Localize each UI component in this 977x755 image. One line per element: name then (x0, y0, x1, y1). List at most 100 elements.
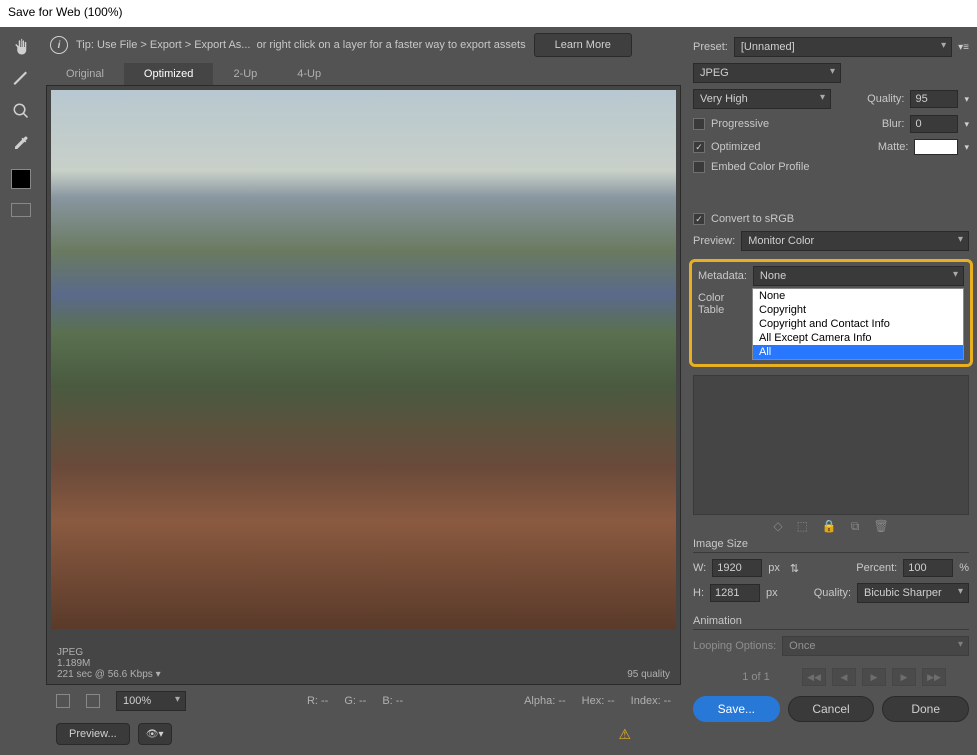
tip-text-2: or right click on a layer for a faster w… (257, 39, 526, 51)
percent-input[interactable] (903, 559, 953, 577)
quality-input[interactable] (910, 90, 958, 108)
link-icon[interactable]: ⇅ (790, 562, 799, 575)
tab-2up[interactable]: 2-Up (213, 63, 277, 85)
percent-label: Percent: (856, 562, 897, 574)
preset-select[interactable]: [Unnamed] (734, 37, 952, 57)
eyedropper-tool[interactable] (9, 131, 33, 155)
pct-label: % (959, 562, 969, 574)
blur-input[interactable] (910, 115, 958, 133)
preview-select[interactable]: Monitor Color (741, 231, 969, 251)
info-time: 221 sec @ 56.6 Kbps (57, 669, 153, 680)
play-button: ▶ (862, 668, 886, 686)
window-title: Save for Web (100%) (0, 0, 977, 27)
px-label-2: px (766, 587, 778, 599)
warning-icon: ⚠ (618, 726, 631, 743)
color-table (693, 375, 969, 515)
info-size: 1.189M (57, 658, 161, 669)
metadata-option-contact[interactable]: Copyright and Contact Info (753, 317, 963, 331)
next-frame-button: ▶ (892, 668, 916, 686)
tab-original[interactable]: Original (46, 63, 124, 85)
chevron-down-icon[interactable]: ▾ (964, 119, 969, 130)
tip-bar: i Tip: Use File > Export > Export As... … (46, 27, 681, 63)
browser-preview-button[interactable]: 👁▾ (138, 723, 172, 745)
done-button[interactable]: Done (882, 696, 969, 722)
progressive-label: Progressive (711, 118, 769, 130)
ct-icon-4[interactable]: ⧉ (851, 519, 860, 534)
metadata-select[interactable]: None (753, 266, 964, 286)
zoom-tool[interactable] (9, 99, 33, 123)
matte-color[interactable] (914, 139, 958, 155)
looping-label: Looping Options: (693, 640, 776, 652)
left-toolbar (0, 27, 42, 755)
optimized-checkbox[interactable] (693, 141, 705, 153)
width-label: W: (693, 562, 706, 574)
readout-g: G: -- (344, 695, 366, 707)
tip-text-1: Use File > Export > Export As... (97, 39, 250, 51)
resample-select[interactable]: Bicubic Sharper (857, 583, 969, 603)
format-select[interactable]: JPEG (693, 63, 841, 83)
chevron-down-icon[interactable]: ▾ (964, 94, 969, 105)
readout-hex: Hex: -- (582, 695, 615, 707)
cancel-button[interactable]: Cancel (788, 696, 875, 722)
matte-label: Matte: (878, 141, 909, 153)
optimized-label: Optimized (711, 141, 761, 153)
eyedropper-color[interactable] (11, 169, 31, 189)
px-label: px (768, 562, 780, 574)
info-icon: i (50, 36, 68, 54)
metadata-option-copyright[interactable]: Copyright (753, 303, 963, 317)
metadata-label: Metadata: (698, 270, 747, 282)
lock-icon[interactable]: 🔒 (822, 519, 837, 534)
minus-icon[interactable] (56, 694, 70, 708)
readout-index: Index: -- (631, 695, 671, 707)
page-indicator: 1 of 1 (716, 671, 796, 683)
ct-icon-2[interactable]: ⬚ (797, 519, 808, 534)
slice-visibility-icon[interactable] (11, 203, 31, 217)
preview-button[interactable]: Preview... (56, 723, 130, 745)
tab-4up[interactable]: 4-Up (277, 63, 341, 85)
blur-label: Blur: (882, 118, 905, 130)
last-frame-button: ▶▶ (922, 668, 946, 686)
convert-srgb-checkbox[interactable] (693, 213, 705, 225)
color-table-label: Color Table (698, 288, 746, 316)
zoom-select[interactable]: 100% (116, 691, 186, 711)
metadata-option-except-camera[interactable]: All Except Camera Info (753, 331, 963, 345)
trash-icon[interactable]: 🗑 (873, 519, 888, 534)
settings-panel: Preset: [Unnamed] ▾≡ JPEG Very High Qual… (685, 27, 977, 755)
chevron-down-icon[interactable]: ▾ (156, 669, 161, 680)
info-format: JPEG (57, 647, 161, 658)
tip-label: Tip: (76, 39, 94, 51)
chevron-down-icon[interactable]: ▾ (964, 142, 969, 153)
preview-label: Preview: (693, 235, 735, 247)
slice-tool[interactable] (9, 67, 33, 91)
learn-more-button[interactable]: Learn More (534, 33, 632, 57)
quality-label: Quality: (867, 93, 904, 105)
panel-menu-icon[interactable]: ▾≡ (958, 42, 969, 53)
quality-preset-select[interactable]: Very High (693, 89, 831, 109)
height-label: H: (693, 587, 704, 599)
embed-profile-label: Embed Color Profile (711, 161, 809, 173)
ct-icon-1[interactable]: ◇ (773, 519, 782, 534)
image-preview-area[interactable]: JPEG 1.189M 221 sec @ 56.6 Kbps ▾ 95 qua… (46, 85, 681, 685)
readout-b: B: -- (382, 695, 403, 707)
progressive-checkbox[interactable] (693, 118, 705, 130)
metadata-option-none[interactable]: None (753, 289, 963, 303)
tab-optimized[interactable]: Optimized (124, 63, 214, 85)
save-button[interactable]: Save... (693, 696, 780, 722)
info-quality: 95 quality (627, 669, 670, 680)
readout-r: R: -- (307, 695, 328, 707)
hand-tool[interactable] (9, 35, 33, 59)
first-frame-button: ◀◀ (802, 668, 826, 686)
metadata-dropdown-list: None Copyright Copyright and Contact Inf… (752, 288, 964, 360)
image-preview (51, 90, 676, 629)
plus-icon[interactable] (86, 694, 100, 708)
width-input[interactable] (712, 559, 762, 577)
embed-profile-checkbox[interactable] (693, 161, 705, 173)
height-input[interactable] (710, 584, 760, 602)
image-size-header: Image Size (693, 538, 969, 553)
preset-label: Preset: (693, 41, 728, 53)
resample-label: Quality: (814, 587, 851, 599)
readout-alpha: Alpha: -- (524, 695, 566, 707)
metadata-option-all[interactable]: All (753, 345, 963, 359)
prev-frame-button: ◀ (832, 668, 856, 686)
metadata-highlight: Metadata: None Color Table None Copyrigh… (689, 259, 973, 367)
